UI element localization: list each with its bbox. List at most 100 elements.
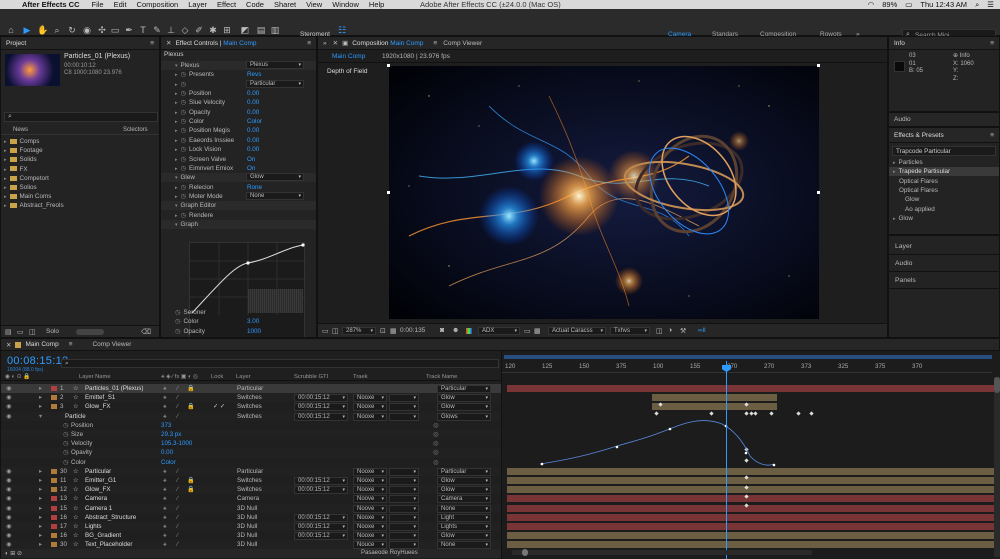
toggle-modes-label[interactable]: Pasaeode RoyHuees [361, 550, 418, 556]
layer-name[interactable]: Camera [85, 494, 107, 503]
layer-mode[interactable]: Switches [237, 476, 262, 485]
property-value[interactable]: 0.00 [161, 448, 173, 457]
track-name-dropdown[interactable]: Glow [437, 403, 491, 412]
layer-mode[interactable]: Particular [237, 384, 263, 393]
param-value[interactable]: Color [247, 117, 262, 126]
stopwatch-icon[interactable]: ◷ [63, 458, 68, 467]
layer-name[interactable]: Glow_FX [85, 485, 110, 494]
graph-link-icon[interactable]: ◎ [433, 439, 438, 448]
col-track-name[interactable]: Track Name [426, 374, 457, 380]
snapshot-icon[interactable]: ◙ [440, 327, 444, 334]
transparency-icon[interactable]: ▦ [534, 327, 541, 335]
label-color-swatch[interactable] [51, 478, 57, 483]
panel-collapse-icon[interactable]: » [323, 40, 327, 47]
track-name-dropdown[interactable]: Glow [437, 486, 491, 495]
time-dropdown[interactable]: 00:00:15:12 [294, 523, 348, 531]
label-color-swatch[interactable] [51, 524, 57, 529]
eye-icon[interactable]: ◉ [6, 384, 11, 393]
check-icon[interactable]: ✓ ✓ [213, 402, 225, 411]
align-icon[interactable]: ▤ [256, 25, 266, 35]
effect-row[interactable]: ▸ ◷ Color Color [161, 117, 316, 126]
property-row[interactable]: ◷ Opavity 0.00 ◎ [1, 448, 501, 458]
parent-dropdown[interactable] [389, 394, 419, 403]
render-icon[interactable]: ◫ [332, 327, 339, 335]
shy-switch-icon[interactable]: ⚹ [163, 467, 167, 476]
zoom-tool-icon[interactable]: ⌕ [52, 25, 62, 35]
eye-icon[interactable]: ◉ [6, 485, 11, 494]
track-name-dropdown[interactable]: Glow [437, 532, 491, 541]
track-matte-dropdown[interactable]: Nooxe [353, 467, 387, 476]
project-item[interactable]: ▸ Main Coms [4, 192, 51, 201]
eye-icon[interactable]: ◉ [6, 393, 11, 402]
bit-depth-toggle[interactable] [76, 329, 104, 335]
clock[interactable]: Thu 12:43 AM [920, 0, 967, 9]
shape-tool-icon[interactable]: ▭ [110, 25, 120, 35]
shy-switch-icon[interactable]: ⚹ [163, 494, 167, 503]
stopwatch-icon[interactable]: ◷ [175, 309, 181, 316]
shy-switch-icon[interactable]: ⚹ [163, 393, 167, 402]
expand-icon[interactable]: ▸ [4, 139, 7, 145]
track-name-dropdown[interactable]: Lights [437, 523, 491, 531]
preset-item[interactable]: ▸ Trapede Partisular [889, 167, 999, 177]
label-color-swatch[interactable] [51, 468, 57, 474]
time-dropdown[interactable]: 00:00:15:12 [294, 513, 348, 522]
eye-icon[interactable]: ◉ [6, 531, 11, 540]
camera-view-select[interactable]: Actuat Caracss [548, 327, 606, 335]
effect-row[interactable]: ▾ Graph Editor [161, 201, 316, 211]
lock-switch-icon[interactable]: 🔒 [187, 476, 195, 485]
expand-icon[interactable]: ▾ [175, 203, 178, 209]
preset-item[interactable]: Ao applied [889, 205, 999, 214]
battery-percent[interactable]: 89% [882, 0, 897, 9]
timeline-menu-icon[interactable]: ≡ [69, 341, 73, 348]
rotate-tool-icon[interactable]: ↻ [67, 25, 77, 35]
bbox-handle-mr[interactable] [817, 191, 820, 194]
stopwatch-icon[interactable]: ◷ [181, 81, 187, 88]
bbox-handle-ml[interactable] [387, 191, 390, 194]
graph-link-icon[interactable]: ◎ [433, 421, 438, 430]
parent-dropdown[interactable] [389, 504, 419, 513]
time-dropdown[interactable]: 00:00:15:12 [294, 486, 348, 495]
home-icon[interactable]: ⌂ [6, 25, 16, 35]
expand-icon[interactable]: ▸ [175, 138, 178, 144]
expand-icon[interactable]: ▸ [175, 110, 178, 116]
layer-row[interactable]: ◉ ▸ 30 ☆ Particular ⚹ ∕ Particular Nooxe Particul… [1, 466, 501, 476]
expand-icon[interactable]: ▸ [175, 128, 178, 134]
timeline-close-icon[interactable]: ✕ [6, 341, 11, 349]
parent-dropdown[interactable] [389, 523, 419, 531]
view-options-icon[interactable]: ◫ [656, 327, 663, 335]
param-value[interactable]: 0.00 [247, 126, 259, 135]
stopwatch-icon[interactable]: ◷ [63, 430, 68, 439]
layer-mode[interactable]: Camera [237, 494, 259, 503]
expand-icon[interactable]: ▸ [175, 91, 178, 97]
layer-row[interactable]: ◉ ▸ 17 ☆ Lights ⚹ ∕ 3D Null 00:00:15:12 Nooxe Ligh… [1, 522, 501, 532]
battery-icon[interactable]: ▭ [905, 0, 912, 9]
solo-label[interactable]: Solo [46, 328, 59, 335]
effect-row[interactable]: ▸ ◷ Position 0.00 [161, 89, 316, 98]
expand-icon[interactable]: ▸ [175, 194, 178, 200]
effect-row[interactable]: ▸ ◷ Moter Mode None [161, 191, 316, 201]
quality-switch-icon[interactable]: ∕ [177, 504, 178, 513]
expand-icon[interactable]: ▸ [175, 147, 178, 153]
expand-icon[interactable]: ▾ [39, 412, 42, 421]
effects-presets-tab[interactable]: Effects & Presets [894, 132, 944, 139]
track-matte-dropdown[interactable]: Nooxe [353, 477, 387, 485]
property-value[interactable]: 29.3 px [161, 430, 181, 439]
layer-mode[interactable]: 3D Null [237, 504, 257, 513]
layer-mode[interactable]: Switches [237, 393, 262, 402]
property-row[interactable]: ◷ Size 29.3 px ◎ [1, 430, 501, 440]
effect-row[interactable]: ◷ Opacity 1000 [161, 327, 316, 336]
layer-row[interactable]: ◉ ▸ 16 ☆ Abstract_Structure ⚹ ∕ 3D Null 00:00:15… [1, 513, 501, 522]
roto-tool-icon[interactable]: ✐ [194, 25, 204, 35]
layer-row[interactable]: ◉ ▸ 1 ☆ Particles_01 (Plexus) ⚹ ∕ 🔒 Particular Pa… [1, 384, 501, 394]
col-layer[interactable]: Layer [236, 374, 251, 380]
quality-switch-icon[interactable]: ∕ [177, 513, 178, 522]
preset-item[interactable]: Optical Flares [889, 186, 999, 195]
track-name-dropdown[interactable]: Glow [437, 394, 491, 403]
type-tool-icon[interactable]: T [138, 25, 148, 35]
label-color-swatch[interactable] [51, 487, 57, 493]
menu-effect[interactable]: Effect [217, 0, 236, 9]
bbox-handle-tl[interactable] [387, 64, 390, 67]
layer-name[interactable]: Abstract_Structure [85, 513, 136, 522]
expand-icon[interactable]: ▸ [175, 157, 178, 163]
label-color-swatch[interactable] [51, 386, 57, 391]
